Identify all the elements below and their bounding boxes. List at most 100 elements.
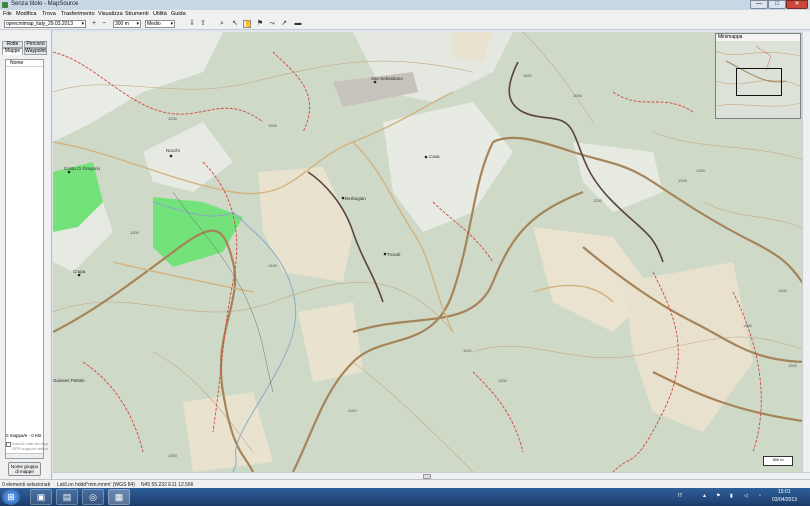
pan-tool-icon[interactable]: ✋: [243, 20, 253, 28]
close-button[interactable]: ✕: [786, 0, 808, 9]
list-horizontal-scrollbar[interactable]: [6, 453, 43, 458]
minimap-panel[interactable]: Minimappa: [715, 33, 801, 119]
place-label: Costa Ci Gregorio: [64, 166, 101, 171]
map-horizontal-scrollbar[interactable]: [53, 472, 810, 479]
measure-tool-icon[interactable]: ↗: [280, 20, 288, 28]
waypoint-tool-icon[interactable]: ⚑: [256, 20, 264, 28]
map-product-select[interactable]: oprecmimap_italy_29.03.2013 ▾: [4, 20, 86, 28]
app-icon: [2, 2, 8, 8]
wifi-icon[interactable]: ◔: [758, 493, 761, 499]
menu-utilita[interactable]: Utilità: [153, 11, 167, 17]
route-tool-icon[interactable]: ⤳: [268, 20, 276, 28]
clock-date[interactable]: 03/04/2013: [772, 497, 797, 503]
place-marker: [341, 196, 345, 200]
menu-strumenti[interactable]: Strumenti: [125, 11, 149, 17]
place-label: Crupa: [73, 269, 86, 274]
elevation-label: 1300: [168, 453, 178, 458]
tab-percorsi[interactable]: Percorsi: [24, 41, 47, 48]
place-label: Trovoli: [387, 252, 400, 257]
select-tool-icon[interactable]: ↖: [231, 20, 239, 28]
place-label: Casa: [429, 154, 440, 159]
elevation-label: 1500: [268, 123, 278, 128]
language-indicator[interactable]: IT: [678, 493, 682, 499]
menu-bar: File Modifica Trova Trasferimento Visual…: [0, 10, 810, 18]
mapsource-taskbar-icon[interactable]: ▦: [108, 489, 130, 505]
elevation-label: 1400: [268, 263, 278, 268]
place-marker: [67, 170, 71, 174]
place-marker: [373, 80, 377, 84]
map-vertical-scrollbar[interactable]: [802, 32, 810, 472]
battery-icon[interactable]: ▮: [730, 493, 733, 499]
menu-visualizza[interactable]: Visualizza: [98, 11, 123, 17]
minimize-button[interactable]: —: [750, 0, 768, 9]
folder-icon[interactable]: ▤: [56, 489, 78, 505]
place-label: Guisseri Pettole: [53, 378, 85, 383]
minimap-view-frame[interactable]: [736, 68, 782, 96]
taskbar: ⊞ ▣ ▤ ◎ ▦ IT ▲ ⚑ ▮ ◁ ◔ 15:01 03/04/2013: [0, 488, 810, 506]
place-marker: [424, 155, 428, 159]
chevron-down-icon: ▾: [81, 21, 84, 27]
rocky-area: [298, 302, 363, 382]
include-device-label: Includi i dati del disp. GPS supporti ve…: [12, 441, 50, 451]
rocky-area: [183, 392, 273, 472]
elevation-label: 1400: [778, 288, 788, 293]
zoom-level-select[interactable]: 300 m ▾: [113, 20, 141, 28]
status-bar: 0 elementi selezionati Lat/Lon hddd°mm.m…: [0, 479, 810, 488]
place-label: Derbugian: [345, 196, 366, 201]
network-icon[interactable]: ▲: [702, 493, 707, 499]
place-marker: [169, 154, 173, 158]
place-marker: [383, 252, 387, 256]
place-label: San Sebastiano: [371, 76, 403, 81]
tab-rotte[interactable]: Rotte: [2, 41, 23, 48]
zoom-tool-icon[interactable]: ⌕: [218, 20, 226, 28]
browser-icon[interactable]: ◎: [82, 489, 104, 505]
clock-time[interactable]: 15:01: [778, 489, 791, 495]
start-button[interactable]: ⊞: [2, 489, 20, 505]
menu-guida[interactable]: Guida: [171, 11, 186, 17]
chevron-down-icon: ▾: [136, 21, 139, 27]
menu-trova[interactable]: Trova: [42, 11, 56, 17]
menu-modifica[interactable]: Modifica: [16, 11, 36, 17]
column-header-name[interactable]: Nome: [6, 60, 43, 67]
place-marker: [77, 273, 81, 277]
chevron-down-icon: ▾: [170, 21, 173, 27]
topo-map: Nocchi Costa Ci Gregorio San Sebastiano …: [53, 32, 810, 472]
detail-select[interactable]: Medio ▾: [145, 20, 175, 28]
menu-trasferimento[interactable]: Trasferimento: [61, 11, 95, 17]
elevation-label: 1100: [463, 348, 472, 353]
zoom-in-icon[interactable]: +: [90, 20, 98, 28]
minimap-title: Minimappa: [716, 34, 800, 41]
elevation-label: 1300: [788, 363, 798, 368]
maps-list[interactable]: Nome: [5, 59, 44, 459]
elevation-label: 1200: [168, 116, 178, 121]
volume-icon[interactable]: ◁: [744, 493, 748, 499]
elevation-label: 1200: [678, 178, 688, 183]
maximize-button[interactable]: □: [768, 0, 786, 9]
map-info-icon[interactable]: ▬: [293, 20, 303, 28]
elevation-label: 1300: [696, 168, 706, 173]
send-to-device-icon[interactable]: ⇧: [199, 20, 207, 28]
elevation-label: 1300: [743, 323, 753, 328]
map-group-name-button[interactable]: Nome gruppo di mappe: [8, 462, 41, 476]
menu-file[interactable]: File: [3, 11, 12, 17]
elevation-label: 1100: [348, 408, 357, 413]
scale-bar: 300 m: [763, 456, 793, 466]
elevation-label: 1100: [523, 73, 532, 78]
zoom-out-icon[interactable]: −: [100, 20, 108, 28]
explorer-icon[interactable]: ▣: [30, 489, 52, 505]
flag-icon[interactable]: ⚑: [716, 493, 720, 499]
place-label: Nocchi: [166, 148, 180, 153]
title-bar: Senza titolo - MapSource — □ ✕: [0, 0, 810, 10]
elevation-label: 1300: [498, 378, 508, 383]
map-canvas[interactable]: Nocchi Costa Ci Gregorio San Sebastiano …: [53, 32, 810, 472]
toolbar: oprecmimap_italy_29.03.2013 ▾ + − 300 m ▾ …: [0, 18, 810, 30]
left-panel: Rotte Percorsi Mappe Waypoint Nome 0 map…: [0, 30, 52, 479]
tab-mappe[interactable]: Mappe: [2, 48, 23, 55]
receive-from-device-icon[interactable]: ⇩: [188, 20, 196, 28]
elevation-label: 1200: [593, 198, 603, 203]
include-device-checkbox[interactable]: [6, 442, 11, 447]
open-area: [573, 142, 663, 212]
open-area: [383, 102, 513, 232]
elevation-label: 1300: [130, 230, 140, 235]
tab-waypoint[interactable]: Waypoint: [24, 48, 47, 55]
